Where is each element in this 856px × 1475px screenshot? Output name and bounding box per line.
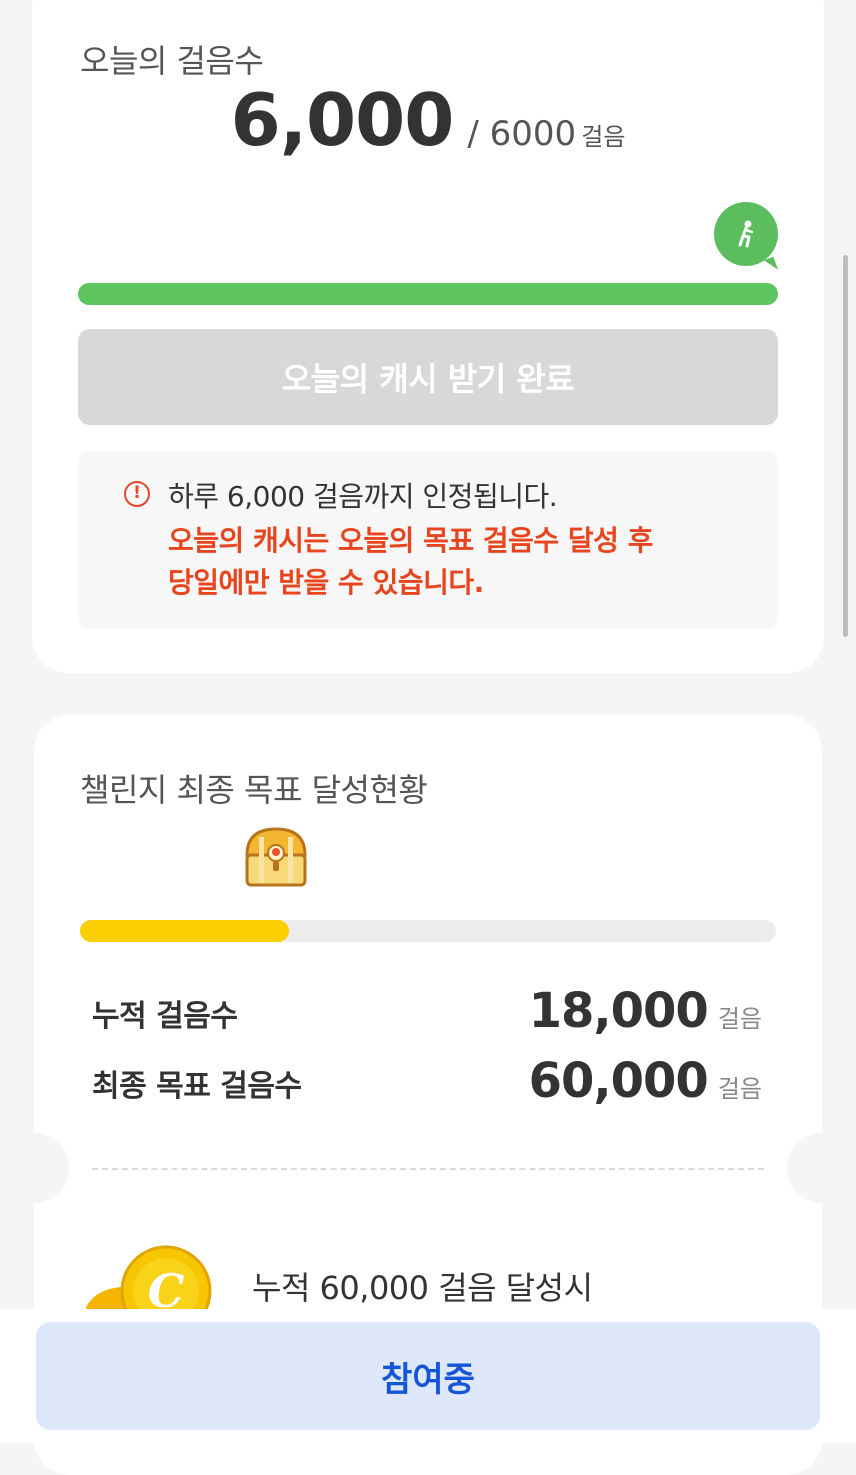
reward-condition-text: 누적 60,000 걸음 달성시 — [252, 1269, 593, 1307]
challenge-progress-fill — [80, 920, 289, 942]
today-progress-bar — [78, 283, 778, 305]
notice-text-warning-2: 당일에만 받을 수 있습니다. — [168, 566, 484, 599]
current-steps-value: 6,000 — [230, 78, 455, 162]
notice-text-warning-1: 오늘의 캐시는 오늘의 목표 걸음수 달성 후 — [168, 524, 653, 557]
final-goal-steps-label: 최종 목표 걸음수 — [92, 1069, 302, 1104]
cumulative-steps-number: 18,000 — [528, 983, 709, 1039]
final-goal-steps-unit: 걸음 — [717, 1075, 762, 1103]
treasure-chest-icon — [245, 827, 307, 887]
cash-claimed-button[interactable]: 오늘의 캐시 받기 완료 — [78, 329, 778, 425]
bottom-action-bar: 참여중 — [0, 1309, 856, 1443]
walking-person-icon — [714, 202, 778, 266]
steps-unit: 걸음 — [581, 123, 626, 151]
final-goal-steps-number: 60,000 — [528, 1053, 709, 1109]
participating-button[interactable]: 참여중 — [36, 1322, 820, 1430]
cumulative-steps-label: 누적 걸음수 — [92, 999, 238, 1034]
today-steps-counter: 6,000 / 6000 걸음 — [32, 78, 824, 162]
notice-box: ! 하루 6,000 걸음까지 인정됩니다. 오늘의 캐시는 오늘의 목표 걸음… — [78, 451, 778, 629]
ticket-notch-left — [0, 1133, 69, 1203]
today-steps-card: 오늘의 걸음수 6,000 / 6000 걸음 오늘의 캐시 받기 완료 ! 하루… — [32, 0, 824, 673]
today-steps-title: 오늘의 걸음수 — [80, 42, 264, 80]
cumulative-steps-value: 18,000 걸음 — [529, 983, 762, 1039]
scrollbar[interactable] — [843, 255, 848, 637]
exclamation-circle-icon: ! — [124, 481, 150, 507]
ticket-notch-right — [787, 1133, 856, 1203]
challenge-status-title: 챌린지 최종 목표 달성현황 — [80, 771, 428, 809]
ticket-divider — [92, 1168, 764, 1170]
cumulative-steps-unit: 걸음 — [717, 1005, 762, 1033]
goal-steps-value: / 6000 — [467, 114, 577, 154]
challenge-progress-bar — [80, 920, 776, 942]
notice-text-limit: 하루 6,000 걸음까지 인정됩니다. — [168, 480, 558, 513]
final-goal-steps-value: 60,000 걸음 — [529, 1053, 762, 1109]
